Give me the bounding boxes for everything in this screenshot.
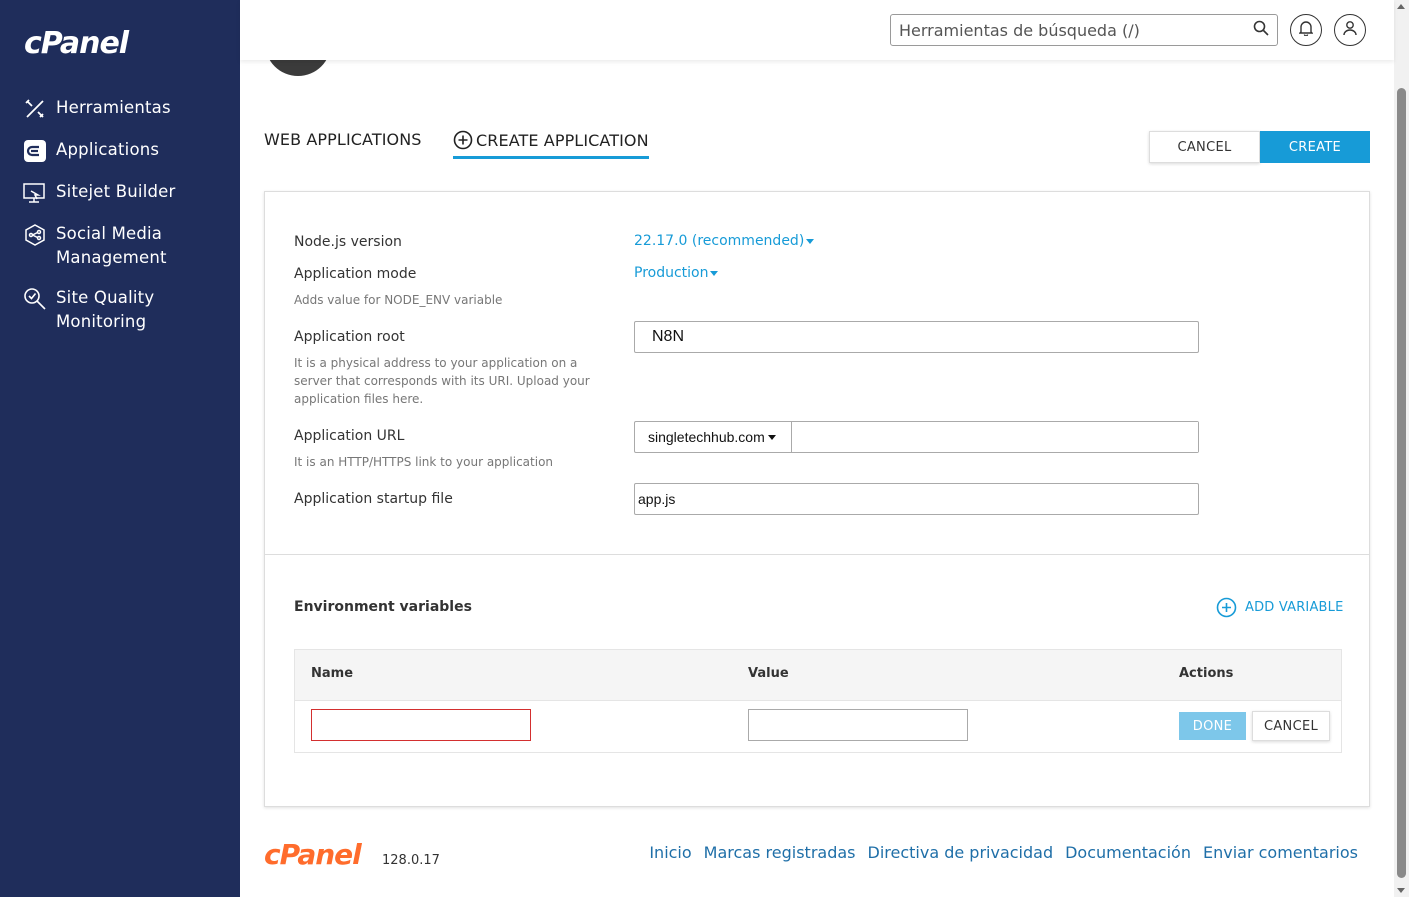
sidebar-item-label: Social Media Management <box>56 224 167 267</box>
app-url-label: Application URL <box>294 428 405 444</box>
sidebar-nav: Herramientas Applications Sitejet Builde… <box>0 92 240 346</box>
page-scrollbar[interactable] <box>1394 0 1409 897</box>
app-mode-label: Application mode <box>294 266 417 282</box>
search-box[interactable] <box>890 14 1278 46</box>
startup-file-input[interactable] <box>634 483 1199 515</box>
sidebar: cPanel Herramientas Applications Sitejet… <box>0 0 240 897</box>
version-number: 128.0.17 <box>382 853 440 868</box>
app-root-input[interactable] <box>634 321 1199 353</box>
app-mode-dropdown[interactable]: Production <box>634 265 719 281</box>
env-variables-title: Environment variables <box>294 599 472 615</box>
table-row: DONE CANCEL <box>295 701 1341 753</box>
footer-link-documentation[interactable]: Documentación <box>1065 843 1191 862</box>
tools-icon <box>22 96 48 122</box>
column-name: Name <box>311 666 354 681</box>
user-icon <box>1343 20 1357 40</box>
caret-down-icon <box>806 238 815 244</box>
sidebar-item-label: Sitejet Builder <box>56 182 176 201</box>
notifications-button[interactable] <box>1290 14 1322 46</box>
caret-down-icon <box>767 434 776 440</box>
sidebar-item-social-media[interactable]: Social Media Management <box>0 218 240 274</box>
scroll-down-icon[interactable] <box>1397 888 1405 893</box>
env-variables-table: Name Value Actions DONE CANCEL <box>294 649 1342 753</box>
scroll-up-icon[interactable] <box>1397 4 1405 9</box>
footer-link-feedback[interactable]: Enviar comentarios <box>1203 843 1358 862</box>
sidebar-item-label: Applications <box>56 140 160 159</box>
sidebar-item-label: Herramientas <box>56 98 171 117</box>
footer-link-privacy[interactable]: Directiva de privacidad <box>868 843 1054 862</box>
app-root-label: Application root <box>294 329 405 345</box>
site-quality-icon <box>22 286 48 312</box>
search-input[interactable] <box>899 20 1253 40</box>
app-mode-value: Production <box>634 265 709 281</box>
search-icon[interactable] <box>1253 20 1269 40</box>
sidebar-item-label: Site Quality Monitoring <box>56 288 155 331</box>
plus-circle-icon <box>1216 597 1237 618</box>
scroll-thumb[interactable] <box>1397 88 1406 878</box>
footer-cpanel-logo: cPanel <box>264 838 362 871</box>
footer-links: Inicio Marcas registradas Directiva de p… <box>649 843 1358 862</box>
sidebar-item-herramientas[interactable]: Herramientas <box>0 92 240 126</box>
tab-create-application[interactable]: CREATE APPLICATION <box>453 130 649 159</box>
url-path-input[interactable] <box>792 422 1198 452</box>
app-mode-hint: Adds value for NODE_ENV variable <box>294 293 503 307</box>
add-variable-button[interactable]: ADD VARIABLE <box>1216 597 1344 618</box>
footer-link-inicio[interactable]: Inicio <box>649 843 691 862</box>
app-root-hint: It is a physical address to your applica… <box>294 356 590 406</box>
startup-file-label: Application startup file <box>294 491 453 507</box>
top-bar <box>240 0 1394 60</box>
cpanel-logo[interactable]: cPanel <box>24 26 129 61</box>
sidebar-item-sitejet[interactable]: Sitejet Builder <box>0 176 240 210</box>
url-domain-dropdown[interactable]: singletechhub.com <box>635 422 792 452</box>
column-actions: Actions <box>1179 666 1234 681</box>
node-version-label: Node.js version <box>294 234 402 250</box>
sitejet-icon <box>22 180 48 206</box>
user-menu-button[interactable] <box>1334 14 1366 46</box>
tab-web-applications[interactable]: WEB APPLICATIONS <box>264 130 422 149</box>
create-application-form: Node.js version 22.17.0 (recommended) Ap… <box>264 191 1370 807</box>
app-url-field: singletechhub.com <box>634 421 1199 453</box>
tab-label: CREATE APPLICATION <box>476 130 649 150</box>
column-value: Value <box>748 666 789 681</box>
env-name-input[interactable] <box>311 709 531 741</box>
cancel-button[interactable]: CANCEL <box>1149 131 1260 163</box>
node-version-value: 22.17.0 (recommended) <box>634 233 805 249</box>
url-domain-value: singletechhub.com <box>648 429 765 445</box>
caret-down-icon <box>710 270 719 276</box>
table-header: Name Value Actions <box>295 650 1341 701</box>
sidebar-item-applications[interactable]: Applications <box>0 134 240 168</box>
node-version-dropdown[interactable]: 22.17.0 (recommended) <box>634 233 815 249</box>
app-url-hint: It is an HTTP/HTTPS link to your applica… <box>294 455 554 469</box>
done-button[interactable]: DONE <box>1179 712 1246 740</box>
sidebar-item-site-quality[interactable]: Site Quality Monitoring <box>0 282 240 338</box>
applications-icon <box>22 138 48 164</box>
plus-circle-icon <box>453 130 473 150</box>
cancel-row-button[interactable]: CANCEL <box>1252 711 1330 741</box>
footer-link-trademarks[interactable]: Marcas registradas <box>704 843 856 862</box>
social-media-icon <box>22 222 48 248</box>
section-divider <box>265 554 1369 555</box>
create-button[interactable]: CREATE <box>1260 131 1370 163</box>
bell-icon <box>1298 20 1314 40</box>
env-value-input[interactable] <box>748 709 968 741</box>
add-variable-label: ADD VARIABLE <box>1245 600 1344 615</box>
